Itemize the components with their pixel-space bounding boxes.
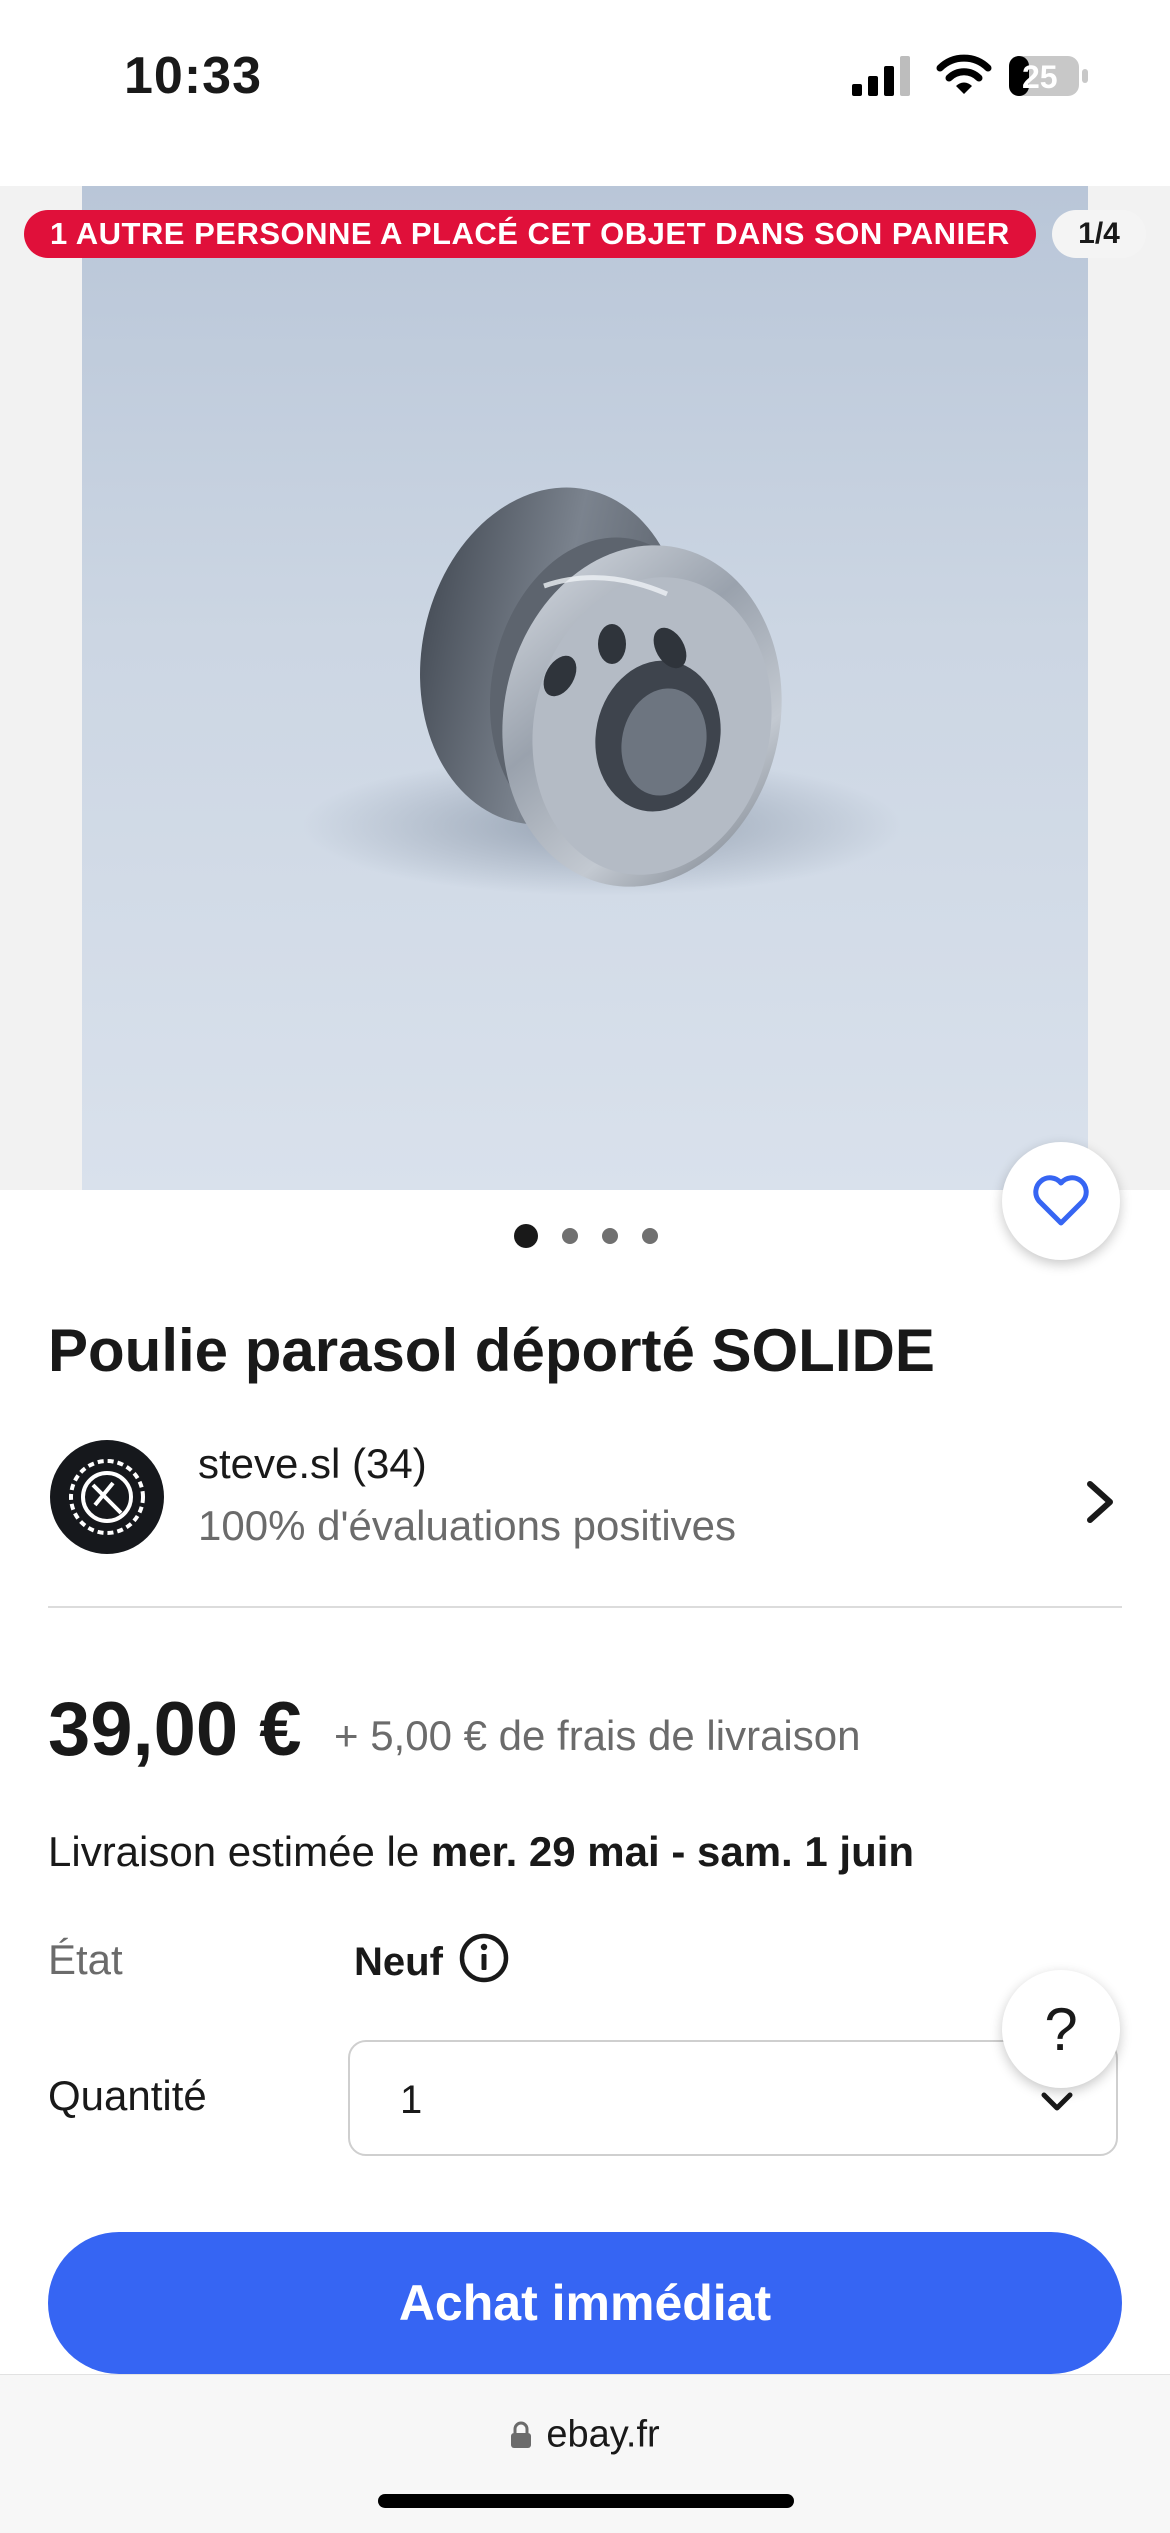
product-photo[interactable]: [82, 186, 1088, 1190]
url-text: ebay.fr: [546, 2413, 660, 2456]
seller-avatar[interactable]: [50, 1440, 164, 1554]
watchlist-button[interactable]: [1002, 1142, 1120, 1260]
seller-name[interactable]: steve.sl (34): [198, 1440, 427, 1488]
delivery-prefix: Livraison estimée le: [48, 1828, 431, 1875]
seller-logo-icon: [69, 1459, 145, 1535]
shipping-cost: + 5,00 € de frais de livraison: [334, 1712, 861, 1759]
chevron-right-icon[interactable]: [1080, 1478, 1120, 1526]
image-gallery[interactable]: [0, 186, 1170, 1190]
pagination-dot[interactable]: [514, 1224, 538, 1248]
seller-rating: 100% d'évaluations positives: [198, 1502, 737, 1549]
quantity-select[interactable]: 1: [348, 2040, 1118, 2156]
pagination-dot[interactable]: [642, 1228, 658, 1244]
heart-icon: [1033, 1175, 1089, 1226]
condition-label: État: [48, 1936, 123, 1983]
quantity-label: Quantité: [48, 2072, 207, 2119]
home-indicator[interactable]: [378, 2494, 794, 2508]
pagination-dot[interactable]: [562, 1228, 578, 1244]
buy-now-button[interactable]: Achat immédiat: [48, 2232, 1122, 2374]
lock-icon: [511, 2421, 532, 2448]
chevron-down-icon: [1041, 2092, 1073, 2111]
pagination-dot[interactable]: [602, 1228, 618, 1244]
info-icon[interactable]: [458, 1932, 510, 1984]
quantity-value: 1: [400, 2078, 423, 2122]
wifi-icon: [936, 54, 992, 94]
help-button[interactable]: ?: [1002, 1970, 1120, 2088]
address-bar[interactable]: ebay.fr: [0, 2412, 1170, 2456]
gallery-pagination: [514, 1224, 658, 1248]
cart-activity-badge: 1 AUTRE PERSONNE A PLACÉ CET OBJET DANS …: [24, 210, 1036, 258]
battery-icon: 25: [1008, 54, 1090, 98]
image-counter: 1/4: [1052, 210, 1146, 258]
product-title: Poulie parasol déporté SOLIDE: [48, 1317, 935, 1384]
condition-value: Neuf: [354, 1940, 443, 1984]
delivery-dates: mer. 29 mai - sam. 1 juin: [430, 1828, 915, 1875]
battery-level: 25: [1022, 59, 1058, 95]
status-time: 10:33: [124, 47, 262, 105]
price: 39,00 €: [48, 1687, 302, 1772]
signal-icon: [852, 56, 910, 96]
divider: [48, 1606, 1122, 1608]
estimated-delivery: Livraison estimée le mer. 29 mai - sam. …: [48, 1828, 914, 1876]
